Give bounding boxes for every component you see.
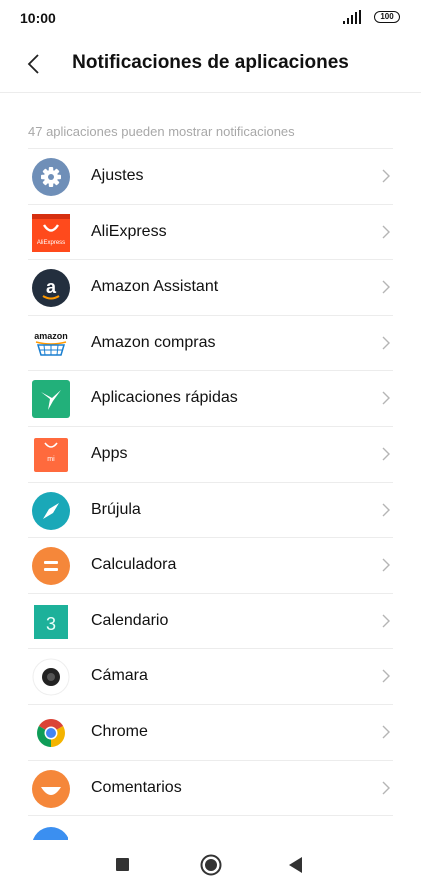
status-time: 10:00 <box>20 10 56 26</box>
app-row-camara[interactable]: Cámara <box>28 649 393 705</box>
app-row-amazon-assistant[interactable]: a Amazon Assistant <box>28 260 393 316</box>
amazon-shopping-icon: amazon <box>32 324 70 363</box>
chevron-right-icon <box>382 558 390 572</box>
status-bar: 10:00 100 <box>0 0 421 36</box>
partial-app-icon <box>32 827 70 840</box>
app-row-calendario[interactable]: 3 Calendario <box>28 594 393 650</box>
app-label: Apps <box>91 444 128 462</box>
calendar-day: 3 <box>46 614 56 634</box>
circle-icon[interactable] <box>200 854 222 876</box>
amazon-assistant-icon: a <box>32 269 70 308</box>
app-row-chrome[interactable]: Chrome <box>28 705 393 761</box>
chevron-right-icon <box>382 725 390 739</box>
section-caption: 47 aplicaciones pueden mostrar notificac… <box>28 124 295 139</box>
signal-icon <box>343 10 361 24</box>
app-row-ajustes[interactable]: Ajustes <box>28 149 393 205</box>
partial-app-row[interactable] <box>28 826 393 840</box>
app-label: Calendario <box>91 611 169 629</box>
page-title: Notificaciones de aplicaciones <box>72 52 349 73</box>
aliexpress-icon: AliExpress <box>32 213 70 252</box>
square-icon[interactable] <box>116 858 130 872</box>
app-label: Calculadora <box>91 556 177 574</box>
mi-apps-icon: mi <box>32 436 70 474</box>
triangle-back-icon[interactable] <box>289 857 303 873</box>
chevron-right-icon <box>382 669 390 683</box>
amazon-assistant-letter: a <box>46 277 57 297</box>
chevron-right-icon <box>382 280 390 294</box>
chevron-right-icon <box>382 225 390 239</box>
chrome-icon <box>32 714 70 752</box>
app-row-calculadora[interactable]: Calculadora <box>28 538 393 594</box>
chevron-right-icon <box>382 447 390 461</box>
chevron-right-icon <box>382 391 390 405</box>
quick-apps-icon <box>32 380 70 419</box>
app-label: Comentarios <box>91 778 182 796</box>
app-row-aliexpress[interactable]: AliExpress AliExpress <box>28 205 393 261</box>
aliexpress-icon-text: AliExpress <box>37 240 65 246</box>
chevron-right-icon <box>382 336 390 350</box>
battery-icon: 100 <box>374 11 400 23</box>
app-label: AliExpress <box>91 222 167 240</box>
app-label: Ajustes <box>91 167 144 184</box>
mi-apps-text: mi <box>47 456 55 463</box>
chevron-right-icon <box>382 614 390 628</box>
battery-level: 100 <box>380 12 394 21</box>
app-row-comentarios[interactable]: Comentarios <box>28 761 393 817</box>
app-row-brujula[interactable]: Brújula <box>28 483 393 539</box>
app-label: Brújula <box>91 500 141 518</box>
compass-icon <box>32 491 70 530</box>
navigation-bar <box>0 842 421 890</box>
chevron-right-icon <box>382 169 390 183</box>
camera-icon <box>32 658 70 696</box>
calculator-icon <box>32 547 70 586</box>
app-row-aplicaciones-rapidas[interactable]: Aplicaciones rápidas <box>28 371 393 427</box>
settings-gear-icon <box>32 158 70 196</box>
calendar-icon: 3 <box>32 603 70 641</box>
app-label: Chrome <box>91 722 148 740</box>
app-row-amazon-compras[interactable]: amazon Amazon compras <box>28 316 393 372</box>
app-label: Amazon compras <box>91 333 216 351</box>
app-row-apps[interactable]: mi Apps <box>28 427 393 483</box>
header: Notificaciones de aplicaciones <box>0 36 421 93</box>
app-label: Aplicaciones rápidas <box>91 389 238 407</box>
chevron-right-icon <box>382 503 390 517</box>
app-label: Amazon Assistant <box>91 278 219 296</box>
chevron-right-icon <box>382 781 390 795</box>
feedback-icon <box>32 769 70 808</box>
amazon-shopping-text: amazon <box>34 331 68 341</box>
app-label: Cámara <box>91 667 148 685</box>
app-list: Ajustes AliExpress AliExpress a Amazon A… <box>28 148 393 817</box>
